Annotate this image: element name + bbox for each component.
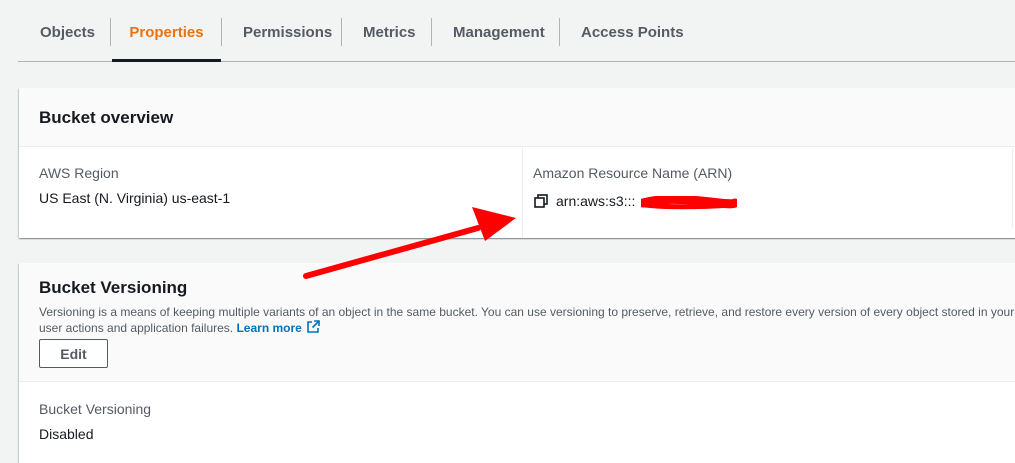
arn-section: Amazon Resource Name (ARN) arn:aws:s3:::: [522, 148, 1015, 238]
tab-divider: [431, 18, 432, 46]
tab-bar: Objects Properties Permissions Metrics M…: [18, 0, 1015, 62]
edit-button[interactable]: Edit: [39, 339, 108, 368]
tab-access-points[interactable]: Access Points: [581, 0, 684, 62]
arn-label: Amazon Resource Name (ARN): [533, 165, 733, 181]
region-section: AWS Region US East (N. Virginia) us-east…: [19, 148, 522, 238]
bucket-overview-header: Bucket overview: [19, 88, 1015, 147]
bucket-versioning-panel: Bucket Versioning Versioning is a means …: [19, 263, 1015, 463]
bucket-versioning-title: Bucket Versioning: [39, 278, 188, 297]
versioning-description-line2: user actions and application failures.: [39, 321, 234, 335]
versioning-status-section: Bucket Versioning Disabled: [19, 382, 1015, 443]
tab-properties[interactable]: Properties: [112, 0, 221, 62]
external-link-icon[interactable]: [306, 320, 320, 334]
tab-divider: [110, 18, 111, 46]
tab-metrics[interactable]: Metrics: [363, 0, 416, 62]
tab-permissions[interactable]: Permissions: [243, 0, 332, 62]
arn-row: arn:aws:s3:::: [533, 193, 1015, 209]
bucket-versioning-header: Bucket Versioning Versioning is a means …: [19, 263, 1015, 382]
bucket-overview-title: Bucket overview: [39, 108, 174, 127]
tab-objects[interactable]: Objects: [40, 0, 95, 62]
region-value: US East (N. Virginia) us-east-1: [39, 190, 231, 206]
versioning-description-line1: Versioning is a means of keeping multipl…: [39, 305, 1015, 319]
arn-value: arn:aws:s3:::: [556, 193, 636, 209]
column-divider: [1012, 148, 1013, 228]
bucket-overview-panel: Bucket overview AWS Region US East (N. V…: [19, 88, 1015, 238]
tab-management[interactable]: Management: [453, 0, 545, 62]
versioning-status-value: Disabled: [39, 426, 94, 442]
tab-divider: [341, 18, 342, 46]
copy-icon[interactable]: [533, 193, 549, 209]
region-label: AWS Region: [39, 165, 119, 181]
tab-divider: [221, 18, 222, 46]
tab-divider: [559, 18, 560, 46]
versioning-description: Versioning is a means of keeping multipl…: [39, 304, 1015, 336]
learn-more-link[interactable]: Learn more: [236, 321, 301, 335]
versioning-description-line2-wrap: user actions and application failures. L…: [39, 320, 1015, 336]
versioning-status-label: Bucket Versioning: [39, 401, 152, 417]
